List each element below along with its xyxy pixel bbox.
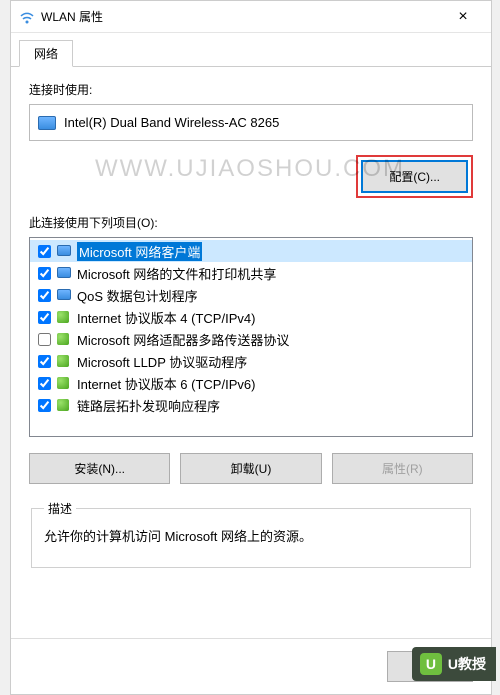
protocol-icon (57, 309, 73, 325)
item-checkbox[interactable] (38, 289, 51, 302)
items-listbox[interactable]: Microsoft 网络客户端 Microsoft 网络的文件和打印机共享 QoS … (29, 237, 473, 437)
list-item[interactable]: Microsoft 网络客户端 (30, 240, 473, 262)
content-area: 连接时使用: Intel(R) Dual Band Wireless-AC 82… (11, 67, 491, 638)
item-label: QoS 数据包计划程序 (77, 286, 198, 305)
protocol-icon (57, 331, 73, 347)
properties-button[interactable]: 属性(R) (332, 453, 473, 484)
item-label: Microsoft 网络客户端 (77, 242, 202, 261)
uses-items-label: 此连接使用下列项目(O): (29, 214, 473, 231)
item-label: Internet 协议版本 6 (TCP/IPv6) (77, 374, 255, 393)
list-item[interactable]: 链路层拓扑发现响应程序 (30, 394, 473, 416)
item-label: Microsoft 网络的文件和打印机共享 (77, 264, 276, 283)
wlan-properties-window: WLAN 属性 × 网络 连接时使用: Intel(R) Dual Band W… (10, 0, 492, 695)
list-item[interactable]: Internet 协议版本 4 (TCP/IPv4) (30, 306, 473, 328)
window-title: WLAN 属性 (41, 8, 443, 25)
install-button[interactable]: 安装(N)... (29, 453, 170, 484)
list-item[interactable]: Microsoft 网络的文件和打印机共享 (30, 262, 473, 284)
tab-network[interactable]: 网络 (19, 40, 73, 67)
description-legend: 描述 (44, 500, 76, 517)
close-button[interactable]: × (443, 8, 483, 26)
uninstall-button[interactable]: 卸载(U) (180, 453, 321, 484)
list-item[interactable]: QoS 数据包计划程序 (30, 284, 473, 306)
monitor-icon (57, 287, 73, 303)
item-checkbox[interactable] (38, 399, 51, 412)
item-label: Microsoft LLDP 协议驱动程序 (77, 352, 247, 371)
item-label: Internet 协议版本 4 (TCP/IPv4) (77, 308, 255, 327)
item-checkbox[interactable] (38, 377, 51, 390)
configure-button[interactable]: 配置(C)... (361, 160, 468, 193)
logo-text: U教授 (448, 654, 486, 674)
protocol-icon (57, 375, 73, 391)
item-checkbox[interactable] (38, 245, 51, 258)
list-item[interactable]: Internet 协议版本 6 (TCP/IPv6) (30, 372, 473, 394)
monitor-icon (57, 243, 73, 259)
item-checkbox[interactable] (38, 267, 51, 280)
logo-badge-icon: U (420, 653, 442, 675)
protocol-icon (57, 397, 73, 413)
description-group: 描述 允许你的计算机访问 Microsoft 网络上的资源。 (31, 500, 471, 568)
list-item[interactable]: Microsoft LLDP 协议驱动程序 (30, 350, 473, 372)
tab-bar: 网络 (11, 33, 491, 67)
connect-using-label: 连接时使用: (29, 81, 473, 98)
item-label: Microsoft 网络适配器多路传送器协议 (77, 330, 289, 349)
highlight-box: 配置(C)... (356, 155, 473, 198)
wlan-icon (19, 9, 35, 25)
item-checkbox[interactable] (38, 311, 51, 324)
description-text: 允许你的计算机访问 Microsoft 网络上的资源。 (44, 527, 458, 547)
list-item[interactable]: Microsoft 网络适配器多路传送器协议 (30, 328, 473, 350)
item-checkbox[interactable] (38, 355, 51, 368)
titlebar: WLAN 属性 × (11, 1, 491, 33)
monitor-icon (57, 265, 73, 281)
adapter-name: Intel(R) Dual Band Wireless-AC 8265 (64, 115, 279, 130)
adapter-icon (38, 116, 56, 130)
protocol-icon (57, 353, 73, 369)
item-checkbox[interactable] (38, 333, 51, 346)
adapter-box: Intel(R) Dual Band Wireless-AC 8265 (29, 104, 473, 141)
item-label: 链路层拓扑发现响应程序 (77, 396, 220, 415)
site-logo: U U教授 (412, 647, 496, 681)
